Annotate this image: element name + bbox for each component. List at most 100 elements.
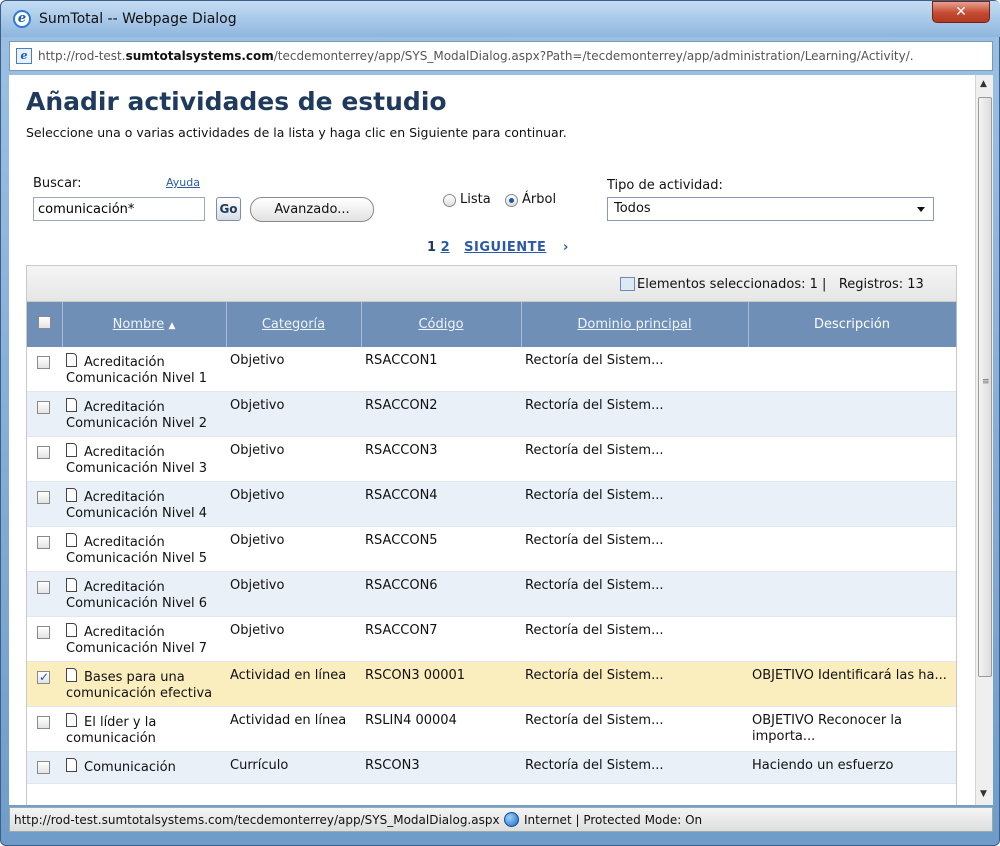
view-tree-label: Árbol bbox=[522, 192, 557, 207]
records-count: Registros: 13 bbox=[838, 277, 924, 292]
close-icon: ✕ bbox=[955, 4, 967, 20]
security-zone: Internet | Protected Mode: On bbox=[524, 813, 703, 827]
row-select-cell bbox=[27, 347, 62, 392]
chevron-right-icon[interactable]: › bbox=[563, 240, 568, 255]
go-button[interactable]: Go bbox=[216, 197, 241, 221]
activity-type-label: Tipo de actividad: bbox=[607, 178, 723, 193]
activity-description: OBJETIVO Identificará las ha... bbox=[748, 661, 956, 707]
close-button[interactable]: ✕ bbox=[932, 1, 990, 23]
globe-icon bbox=[504, 812, 519, 827]
selected-items-icon[interactable] bbox=[620, 277, 635, 291]
column-name[interactable]: Nombre ▲ bbox=[62, 302, 227, 347]
scroll-thumb[interactable] bbox=[978, 97, 992, 677]
help-link[interactable]: Ayuda bbox=[166, 176, 200, 189]
next-page-link[interactable]: SIGUIENTE bbox=[464, 240, 546, 255]
row-select-cell bbox=[27, 436, 62, 482]
activity-category: Objetivo bbox=[226, 436, 361, 482]
activity-description: Haciendo un esfuerzo bbox=[748, 751, 956, 784]
chevron-down-icon bbox=[917, 207, 925, 212]
column-domain[interactable]: Dominio principal bbox=[521, 302, 749, 347]
row-checkbox[interactable] bbox=[37, 491, 50, 504]
scroll-up-icon[interactable]: ▲ bbox=[980, 79, 987, 89]
activity-code: RSACCON7 bbox=[361, 616, 521, 662]
table-row[interactable]: Acreditación Comunicación Nivel 6 Objetiv… bbox=[27, 571, 956, 617]
table-row[interactable]: Bases para una comunicación efectiva Acti… bbox=[27, 661, 956, 707]
row-checkbox[interactable] bbox=[37, 356, 50, 369]
vertical-scrollbar[interactable]: ▲ ≡ ▼ bbox=[975, 75, 993, 805]
activity-category: Objetivo bbox=[226, 616, 361, 662]
window-title: SumTotal -- Webpage Dialog bbox=[39, 11, 237, 27]
activity-name: Acreditación Comunicación Nivel 4 bbox=[66, 490, 208, 521]
activity-description: OBJETIVO Reconocer la importa... bbox=[748, 706, 956, 752]
title-bar: e SumTotal -- Webpage Dialog ✕ bbox=[1, 1, 1000, 37]
pagination: 1 2 SIGUIENTE › bbox=[427, 240, 568, 255]
activity-category: Objetivo bbox=[226, 526, 361, 572]
row-name-cell: Comunicación bbox=[62, 751, 226, 784]
document-icon bbox=[66, 398, 77, 412]
activity-name: Acreditación Comunicación Nivel 5 bbox=[66, 535, 208, 566]
table-row[interactable]: El líder y la comunicación Actividad en l… bbox=[27, 706, 956, 752]
activity-code: RSACCON5 bbox=[361, 526, 521, 572]
activity-description bbox=[748, 526, 956, 572]
column-code[interactable]: Código bbox=[361, 302, 522, 347]
activity-name: Acreditación Comunicación Nivel 2 bbox=[66, 400, 208, 431]
table-row[interactable]: Acreditación Comunicación Nivel 7 Objetiv… bbox=[27, 616, 956, 662]
advanced-button[interactable]: Avanzado... bbox=[250, 197, 374, 222]
activities-grid: Elementos seleccionados: 1 | Registros: … bbox=[26, 265, 957, 805]
row-checkbox[interactable] bbox=[37, 716, 50, 729]
page-current: 1 bbox=[427, 240, 437, 255]
row-checkbox[interactable] bbox=[37, 669, 50, 685]
activity-code: RSACCON4 bbox=[361, 481, 521, 527]
row-select-cell bbox=[27, 571, 62, 617]
selected-count: Elementos seleccionados: 1 | bbox=[637, 277, 827, 292]
select-all-header bbox=[27, 302, 63, 347]
page-icon: e bbox=[16, 48, 32, 64]
row-checkbox[interactable] bbox=[37, 626, 50, 639]
document-icon bbox=[66, 623, 77, 637]
table-row[interactable]: Comunicación Currículo RSCON3 Rectoría del … bbox=[27, 751, 956, 784]
document-icon bbox=[66, 443, 77, 457]
activity-code: RSCON3 bbox=[361, 751, 521, 784]
document-icon bbox=[66, 488, 77, 502]
ie-logo-icon: e bbox=[13, 10, 31, 28]
table-row[interactable]: Acreditación Comunicación Nivel 2 Objetiv… bbox=[27, 391, 956, 437]
table-row[interactable]: Acreditación Comunicación Nivel 4 Objetiv… bbox=[27, 481, 956, 527]
row-name-cell: El líder y la comunicación bbox=[62, 706, 226, 752]
activity-domain: Rectoría del Sistem... bbox=[521, 347, 748, 392]
activity-name: Comunicación bbox=[84, 760, 176, 775]
activity-name: Acreditación Comunicación Nivel 1 bbox=[66, 355, 208, 386]
status-bar: http://rod-test.sumtotalsystems.com/tecd… bbox=[9, 807, 993, 832]
document-icon bbox=[66, 353, 77, 367]
activity-description bbox=[748, 436, 956, 482]
row-select-cell bbox=[27, 481, 62, 527]
view-tree-radio[interactable] bbox=[505, 194, 518, 207]
column-category[interactable]: Categoría bbox=[226, 302, 362, 347]
row-checkbox[interactable] bbox=[37, 581, 50, 594]
page-2-link[interactable]: 2 bbox=[441, 240, 450, 255]
row-checkbox[interactable] bbox=[37, 536, 50, 549]
activity-domain: Rectoría del Sistem... bbox=[521, 571, 748, 617]
activity-domain: Rectoría del Sistem... bbox=[521, 391, 748, 437]
activity-type-select[interactable]: Todos bbox=[607, 197, 934, 221]
sort-ascending-icon: ▲ bbox=[168, 321, 176, 331]
grid-toolbar: Elementos seleccionados: 1 | Registros: … bbox=[27, 266, 956, 302]
row-name-cell: Acreditación Comunicación Nivel 7 bbox=[62, 616, 226, 662]
dialog-content: Añadir actividades de estudio Seleccione… bbox=[9, 75, 993, 805]
view-list-radio[interactable] bbox=[443, 194, 456, 207]
activity-name: El líder y la comunicación bbox=[66, 715, 157, 746]
scroll-down-icon[interactable]: ▼ bbox=[980, 789, 987, 799]
column-description: Descripción bbox=[748, 302, 957, 347]
activity-description bbox=[748, 571, 956, 617]
select-all-checkbox[interactable] bbox=[37, 316, 51, 329]
row-select-cell bbox=[27, 751, 62, 784]
table-row[interactable]: Acreditación Comunicación Nivel 1 Objetiv… bbox=[27, 347, 956, 392]
row-checkbox[interactable] bbox=[37, 446, 50, 459]
search-input[interactable] bbox=[33, 197, 205, 221]
table-row[interactable]: Acreditación Comunicación Nivel 5 Objetiv… bbox=[27, 526, 956, 572]
row-checkbox[interactable] bbox=[37, 761, 50, 774]
activity-domain: Rectoría del Sistem... bbox=[521, 661, 748, 707]
table-row[interactable]: Acreditación Comunicación Nivel 3 Objetiv… bbox=[27, 436, 956, 482]
row-checkbox[interactable] bbox=[37, 401, 50, 414]
selection-summary: Elementos seleccionados: 1 | Registros: … bbox=[637, 277, 924, 292]
status-url: http://rod-test.sumtotalsystems.com/tecd… bbox=[14, 813, 500, 827]
